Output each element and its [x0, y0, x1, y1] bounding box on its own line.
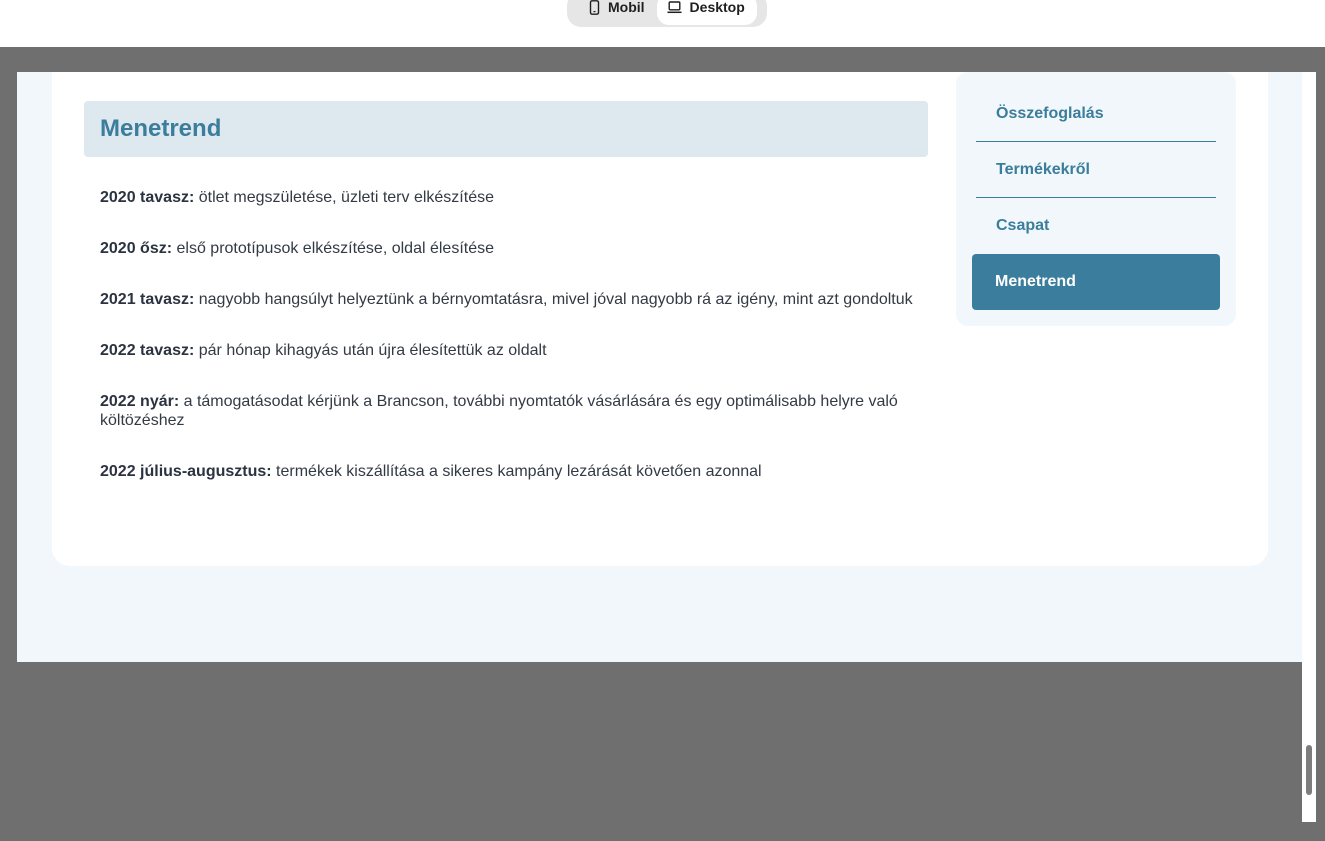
roadmap-period: 2020 ősz:	[100, 240, 173, 257]
roadmap-description: első prototípusok elkészítése, oldal éle…	[172, 240, 495, 257]
roadmap-description: termékek kiszállítása a sikeres kampány …	[271, 463, 762, 480]
roadmap-item: 2022 tavasz: pár hónap kihagyás után újr…	[100, 341, 920, 360]
nav-item-menetrend[interactable]: Menetrend	[972, 254, 1220, 310]
preview-toolbar: Mobil Desktop	[0, 0, 1325, 47]
roadmap-item: 2022 nyár: a támogatásodat kérjünk a Bra…	[100, 392, 920, 430]
nav-item-termekekrol[interactable]: Termékekről	[976, 142, 1216, 198]
roadmap-description: nagyobb hangsúlyt helyeztünk a bérnyomta…	[194, 291, 913, 308]
desktop-view-button[interactable]: Desktop	[656, 0, 757, 25]
roadmap-description: pár hónap kihagyás után újra élesítettük…	[194, 342, 547, 359]
phone-icon	[589, 0, 600, 15]
nav-item-osszefoglalas[interactable]: Összefoglalás	[976, 86, 1216, 142]
roadmap-period: 2020 tavasz:	[100, 189, 195, 206]
section-header: Menetrend	[84, 101, 928, 157]
mobile-view-button[interactable]: Mobil	[569, 0, 657, 25]
roadmap-period: 2022 tavasz:	[100, 342, 195, 359]
mobile-view-label: Mobil	[608, 0, 645, 15]
roadmap-item: 2022 július-augusztus: termékek kiszállí…	[100, 462, 920, 481]
roadmap-period: 2022 július-augusztus:	[100, 463, 272, 480]
view-mode-toggle: Mobil Desktop	[567, 0, 767, 27]
roadmap-period: 2021 tavasz:	[100, 291, 195, 308]
content-card: Menetrend 2020 tavasz: ötlet megszületés…	[52, 72, 1268, 566]
roadmap-item: 2020 tavasz: ötlet megszületése, üzleti …	[100, 188, 920, 207]
nav-item-csapat[interactable]: Csapat	[976, 198, 1216, 254]
page-preview: Menetrend 2020 tavasz: ötlet megszületés…	[17, 72, 1302, 662]
roadmap-item: 2020 ősz: első prototípusok elkészítése,…	[100, 239, 920, 258]
section-title: Menetrend	[100, 115, 222, 142]
vertical-scrollbar[interactable]	[1302, 72, 1316, 822]
roadmap-description: ötlet megszületése, üzleti terv elkészít…	[194, 189, 494, 206]
scrollbar-thumb[interactable]	[1306, 745, 1312, 795]
roadmap-description: a támogatásodat kérjünk a Brancson, tová…	[100, 393, 898, 429]
laptop-icon	[667, 0, 682, 14]
roadmap-period: 2022 nyár:	[100, 393, 180, 410]
roadmap-item: 2021 tavasz: nagyobb hangsúlyt helyeztün…	[100, 290, 920, 309]
roadmap-list: 2020 tavasz: ötlet megszületése, üzleti …	[100, 188, 920, 513]
section-nav: Összefoglalás Termékekről Csapat Menetre…	[956, 72, 1236, 326]
desktop-view-label: Desktop	[689, 0, 745, 15]
